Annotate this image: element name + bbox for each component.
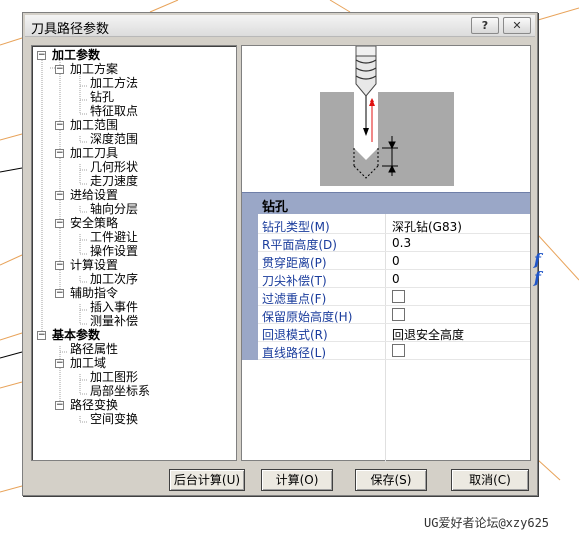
- tree-expander-icon[interactable]: −: [55, 401, 64, 410]
- forum-watermark: UG爱好者论坛@xzy625: [424, 516, 550, 530]
- property-gutter: [242, 214, 258, 360]
- tree-item[interactable]: 加工参数: [52, 48, 100, 62]
- property-input[interactable]: 0: [392, 254, 400, 268]
- property-checkbox[interactable]: [392, 290, 405, 303]
- property-row[interactable]: 过滤重点(F): [258, 288, 530, 306]
- property-checkbox[interactable]: [392, 344, 405, 357]
- property-row[interactable]: 回退模式(R) 回退安全高度: [258, 324, 530, 342]
- tree-item[interactable]: 加工方法: [90, 76, 138, 90]
- property-dropdown[interactable]: 回退安全高度: [392, 326, 464, 343]
- tree-item[interactable]: 局部坐标系: [90, 384, 150, 398]
- property-row[interactable]: R平面高度(D) 0.3: [258, 234, 530, 252]
- cancel-button[interactable]: 取消(C): [451, 469, 529, 491]
- tree-item[interactable]: 加工方案: [70, 62, 118, 76]
- background-calc-button[interactable]: 后台计算(U): [169, 469, 245, 491]
- property-label: 贯穿距离(P): [262, 256, 327, 270]
- property-label: 直线路径(L): [262, 346, 327, 360]
- tree-item[interactable]: 轴向分层: [90, 202, 138, 216]
- tree-item[interactable]: 加工刀具: [70, 146, 118, 160]
- tree-item[interactable]: 加工范围: [70, 118, 118, 132]
- formula-icon[interactable]: f: [534, 250, 541, 269]
- tree-item[interactable]: 空间变换: [90, 412, 138, 426]
- property-row[interactable]: 刀尖补偿(T) 0 f: [258, 268, 541, 288]
- property-label: R平面高度(D): [262, 238, 337, 252]
- drill-illustration-icon: [320, 45, 454, 186]
- tree-expander-icon[interactable]: −: [37, 331, 46, 340]
- tree-expander-icon[interactable]: −: [55, 191, 64, 200]
- property-label: 回退模式(R): [262, 328, 328, 342]
- tree-expander-icon[interactable]: −: [55, 289, 64, 298]
- tree-item[interactable]: 几何形状: [90, 160, 138, 174]
- property-input[interactable]: 0: [392, 272, 400, 286]
- property-input[interactable]: 0.3: [392, 236, 411, 250]
- section-header-drilling[interactable]: 钻孔: [242, 192, 530, 215]
- tree-item[interactable]: 钻孔: [90, 90, 114, 104]
- property-label: 刀尖补偿(T): [262, 274, 327, 288]
- property-row[interactable]: 贯穿距离(P) 0 f: [258, 250, 541, 270]
- property-row[interactable]: 保留原始高度(H): [258, 306, 530, 324]
- help-button[interactable]: ?: [471, 17, 499, 34]
- tree-item[interactable]: 走刀速度: [90, 174, 138, 188]
- title-bar[interactable]: 刀具路径参数 ? ✕: [25, 15, 535, 37]
- section-title: 钻孔: [262, 200, 289, 215]
- tree-item[interactable]: 加工次序: [90, 272, 138, 286]
- tree-item[interactable]: 辅助指令: [70, 286, 118, 300]
- property-row[interactable]: 钻孔类型(M) 深孔钻(G83): [258, 216, 530, 234]
- tree-item[interactable]: 操作设置: [90, 244, 138, 258]
- property-checkbox[interactable]: [392, 308, 405, 321]
- property-label: 钻孔类型(M): [262, 220, 330, 234]
- tree-item[interactable]: 计算设置: [70, 258, 118, 272]
- tree-expander-icon[interactable]: −: [55, 219, 64, 228]
- dialog-title: 刀具路径参数: [31, 22, 110, 37]
- tree-expander-icon[interactable]: −: [55, 261, 64, 270]
- save-button[interactable]: 保存(S): [355, 469, 427, 491]
- tree-expander-icon[interactable]: −: [55, 65, 64, 74]
- tree-item[interactable]: 深度范围: [90, 132, 138, 146]
- tree-item[interactable]: 路径属性: [70, 342, 118, 356]
- tree-item[interactable]: 特征取点: [90, 104, 138, 118]
- property-row[interactable]: 直线路径(L): [258, 342, 530, 360]
- tree-item[interactable]: 加工域: [70, 356, 106, 370]
- tool-path-params-dialog: 刀具路径参数 ? ✕ − 加工参数 − 加工方案 加工方法 钻孔 特征取点 − …: [22, 12, 541, 496]
- tree-item[interactable]: 加工图形: [90, 370, 138, 384]
- tree-expander-icon[interactable]: −: [37, 51, 46, 60]
- tree-expander-icon[interactable]: −: [55, 149, 64, 158]
- close-button[interactable]: ✕: [503, 17, 531, 34]
- property-dropdown[interactable]: 深孔钻(G83): [392, 218, 462, 235]
- property-label: 过滤重点(F): [262, 292, 327, 306]
- tree-item[interactable]: 基本参数: [52, 328, 100, 342]
- tree-item[interactable]: 插入事件: [90, 300, 138, 314]
- tree-expander-icon[interactable]: −: [55, 359, 64, 368]
- property-panel: 钻孔 钻孔类型(M) 深孔钻(G83) R平面高度(D) 0.3 贯穿距离(P) 0 f 刀尖…: [241, 45, 541, 462]
- tree-expander-icon[interactable]: −: [55, 121, 64, 130]
- property-label: 保留原始高度(H): [262, 310, 353, 324]
- parameter-tree[interactable]: − 加工参数 − 加工方案 加工方法 钻孔 特征取点 − 加工范围 深度范围 − 加工刀具 几何形状 走刀…: [31, 45, 237, 461]
- tree-item[interactable]: 进给设置: [70, 188, 118, 202]
- calc-button[interactable]: 计算(O): [261, 469, 333, 491]
- tree-item[interactable]: 工件避让: [90, 230, 138, 244]
- formula-icon[interactable]: f: [534, 268, 541, 287]
- tree-item[interactable]: 安全策略: [70, 216, 118, 230]
- tree-item[interactable]: 路径变换: [70, 398, 118, 412]
- tree-item[interactable]: 测量补偿: [90, 314, 138, 328]
- drill-preview: [242, 45, 530, 192]
- workpiece-block: [320, 92, 454, 186]
